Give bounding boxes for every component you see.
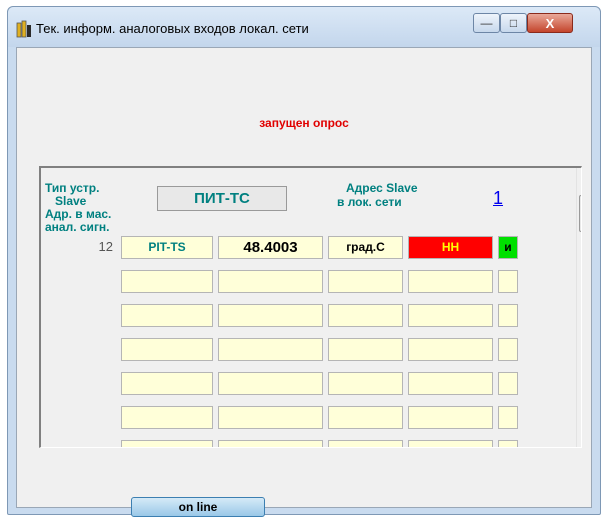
flag-cell — [498, 372, 518, 395]
device-type-field: ПИТ-ТС — [157, 186, 287, 211]
app-window: Тек. информ. аналоговых входов локал. се… — [7, 6, 601, 517]
signal-name-cell — [121, 372, 213, 395]
flag-cell — [498, 440, 518, 447]
scroll-thumb[interactable]: ≡ — [579, 195, 581, 232]
alarm-cell — [408, 304, 493, 327]
device-type-label: Тип устр. — [45, 181, 100, 195]
alarm-cell — [408, 406, 493, 429]
signal-name-cell — [121, 270, 213, 293]
slave-address-label: Адрес Slave — [346, 181, 418, 195]
unit-cell — [328, 270, 403, 293]
unit-cell — [328, 338, 403, 361]
unit-cell — [328, 304, 403, 327]
client-area: запущен опрос Тип устр. Slave Адр. в мас… — [16, 47, 592, 517]
analog-signal-label: анал. сигн. — [45, 220, 110, 234]
value-cell — [218, 406, 323, 429]
status-text: запущен опрос — [259, 116, 349, 130]
scroll-up-icon[interactable]: ▲ — [577, 168, 581, 185]
window-title: Тек. информ. аналоговых входов локал. се… — [36, 21, 309, 36]
value-cell — [218, 304, 323, 327]
unit-cell — [328, 440, 403, 447]
close-icon: X — [545, 15, 555, 31]
alarm-cell: НН — [408, 236, 493, 259]
title-bar[interactable]: Тек. информ. аналоговых входов локал. се… — [8, 7, 600, 47]
signal-name-cell: PIT-TS — [121, 236, 213, 259]
slave-address-link[interactable]: 1 — [493, 188, 503, 209]
flag-cell: и — [498, 236, 518, 259]
signals-panel: Тип устр. Slave Адр. в мас. анал. сигн. … — [39, 166, 582, 448]
flag-cell — [498, 338, 518, 361]
app-icon — [16, 20, 31, 38]
unit-cell: град.С — [328, 236, 403, 259]
signal-name-cell — [121, 338, 213, 361]
alarm-cell — [408, 338, 493, 361]
alarm-cell — [408, 372, 493, 395]
unit-cell — [328, 372, 403, 395]
signal-name-cell — [121, 440, 213, 447]
signal-name-cell — [121, 304, 213, 327]
flag-cell — [498, 304, 518, 327]
maximize-icon: □ — [509, 16, 518, 30]
maximize-button[interactable]: □ — [500, 13, 527, 33]
value-cell: 48.4003 — [218, 236, 323, 259]
minimize-button[interactable]: — — [473, 13, 500, 33]
value-cell — [218, 338, 323, 361]
value-cell — [218, 270, 323, 293]
alarm-cell — [408, 440, 493, 447]
local-network-label: в лок. сети — [337, 195, 402, 209]
alarm-cell — [408, 270, 493, 293]
close-button[interactable]: X — [527, 13, 573, 33]
unit-cell — [328, 406, 403, 429]
row-number: 12 — [98, 239, 113, 254]
minimize-icon: — — [480, 16, 493, 30]
array-address-label: Адр. в мас. — [45, 207, 112, 221]
flag-cell — [498, 270, 518, 293]
scroll-down-icon[interactable]: ▼ — [577, 430, 581, 447]
flag-cell — [498, 406, 518, 429]
value-cell — [218, 372, 323, 395]
signal-name-cell — [121, 406, 213, 429]
vertical-scrollbar[interactable]: ▲ ≡ ▼ — [576, 168, 581, 447]
online-button[interactable]: on line — [131, 497, 265, 517]
device-type-label-slave: Slave — [55, 194, 87, 208]
value-cell — [218, 440, 323, 447]
